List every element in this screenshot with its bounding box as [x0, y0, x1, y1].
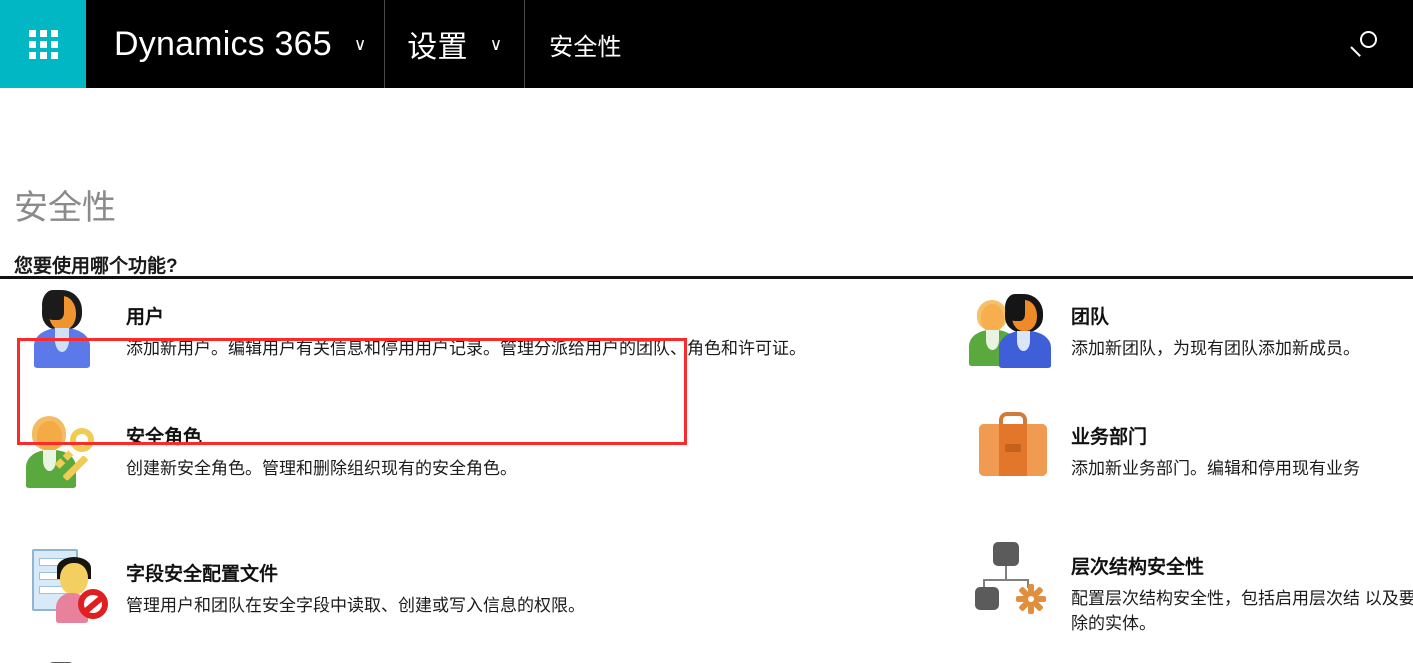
tile-title: 安全角色 — [126, 427, 203, 448]
breadcrumb-label: 安全性 — [549, 33, 622, 61]
field-security-profile-icon — [30, 545, 108, 627]
tile-row: 安全角色 创建新安全角色。管理和删除组织现有的安全角色。 业务部门 添加新业务部… — [0, 408, 1413, 533]
hierarchy-security-icon — [975, 538, 1051, 620]
area-menu-settings[interactable]: 设置 ∨ — [385, 0, 526, 88]
app-launcher-button[interactable] — [0, 0, 86, 88]
brand-label: Dynamics 365 — [114, 24, 332, 63]
tile-field-security-profiles[interactable]: 字段安全配置文件 管理用户和团队在安全字段中读取、创建或写入信息的权限。 — [30, 545, 960, 627]
section-divider — [0, 276, 1413, 279]
top-navigation-bar: Dynamics 365 ∨ 设置 ∨ 安全性 — [0, 0, 1413, 88]
tile-positions[interactable]: 位置 添加新位置。修改位置说明。 — [30, 658, 960, 663]
tile-business-units[interactable]: 业务部门 添加新业务部门。编辑和停用现有业务 — [975, 408, 1413, 490]
tile-hierarchy-security[interactable]: 层次结构安全性 配置层次结构安全性，包括启用层次结 以及要从层次结构中排除的实体… — [975, 538, 1413, 636]
page-body: 安全性 您要使用哪个功能? 用户 添加新用户。编辑用户有关信息和停用用户记录。管… — [0, 88, 1413, 663]
tile-title: 字段安全配置文件 — [126, 564, 279, 585]
tile-access-team-templates[interactable]: 访问团队模板 添加新团队模板。修改团队模板描述。 — [975, 658, 1413, 663]
position-icon — [30, 658, 106, 663]
search-button[interactable] — [1317, 0, 1413, 88]
tile-description: 添加新用户。编辑用户有关信息和停用用户记录。管理分派给用户的团队、角色和许可证。 — [126, 339, 806, 358]
section-heading: 您要使用哪个功能? — [14, 256, 178, 277]
tile-security-roles[interactable]: 安全角色 创建新安全角色。管理和删除组织现有的安全角色。 — [26, 408, 960, 490]
page-title: 安全性 — [14, 189, 116, 227]
tile-description: 添加新团队，为现有团队添加新成员。 — [1071, 339, 1360, 358]
app-launcher-waffle-icon — [28, 29, 58, 59]
breadcrumb-security[interactable]: 安全性 — [525, 0, 644, 88]
chevron-down-icon: ∨ — [353, 34, 367, 54]
tile-description: 配置层次结构安全性，包括启用层次结 以及要从层次结构中排除的实体。 — [1071, 589, 1413, 633]
tile-row: 用户 添加新用户。编辑用户有关信息和停用用户记录。管理分派给用户的团队、角色和许… — [0, 288, 1413, 408]
search-icon — [1350, 29, 1380, 59]
brand-menu-dynamics365[interactable]: Dynamics 365 ∨ — [86, 0, 386, 88]
area-label: 设置 — [407, 31, 468, 64]
tile-title: 用户 — [126, 307, 165, 328]
briefcase-icon — [975, 408, 1051, 490]
tile-row: 字段安全配置文件 管理用户和团队在安全字段中读取、创建或写入信息的权限。 层次结… — [0, 533, 1413, 658]
feature-tile-grid: 用户 添加新用户。编辑用户有关信息和停用用户记录。管理分派给用户的团队、角色和许… — [0, 288, 1413, 663]
tile-description: 添加新业务部门。编辑和停用现有业务 — [1071, 459, 1360, 478]
tile-title: 业务部门 — [1071, 427, 1148, 448]
tile-title: 层次结构安全性 — [1071, 557, 1205, 578]
user-icon — [30, 288, 106, 370]
tile-teams[interactable]: 团队 添加新团队，为现有团队添加新成员。 — [969, 288, 1413, 370]
security-role-key-icon — [26, 408, 106, 490]
tile-description: 创建新安全角色。管理和删除组织现有的安全角色。 — [126, 459, 517, 478]
tile-title: 团队 — [1071, 307, 1110, 328]
chevron-down-icon: ∨ — [489, 34, 503, 54]
team-icon — [969, 288, 1051, 370]
tile-row: 位置 添加新位置。修改位置说明。 访问团队模板 添加新团队模板。修改团队模板描述… — [0, 658, 1413, 663]
tile-description: 管理用户和团队在安全字段中读取、创建或写入信息的权限。 — [126, 596, 585, 615]
tile-users[interactable]: 用户 添加新用户。编辑用户有关信息和停用用户记录。管理分派给用户的团队、角色和许… — [30, 288, 960, 370]
access-team-template-icon — [975, 658, 1051, 663]
